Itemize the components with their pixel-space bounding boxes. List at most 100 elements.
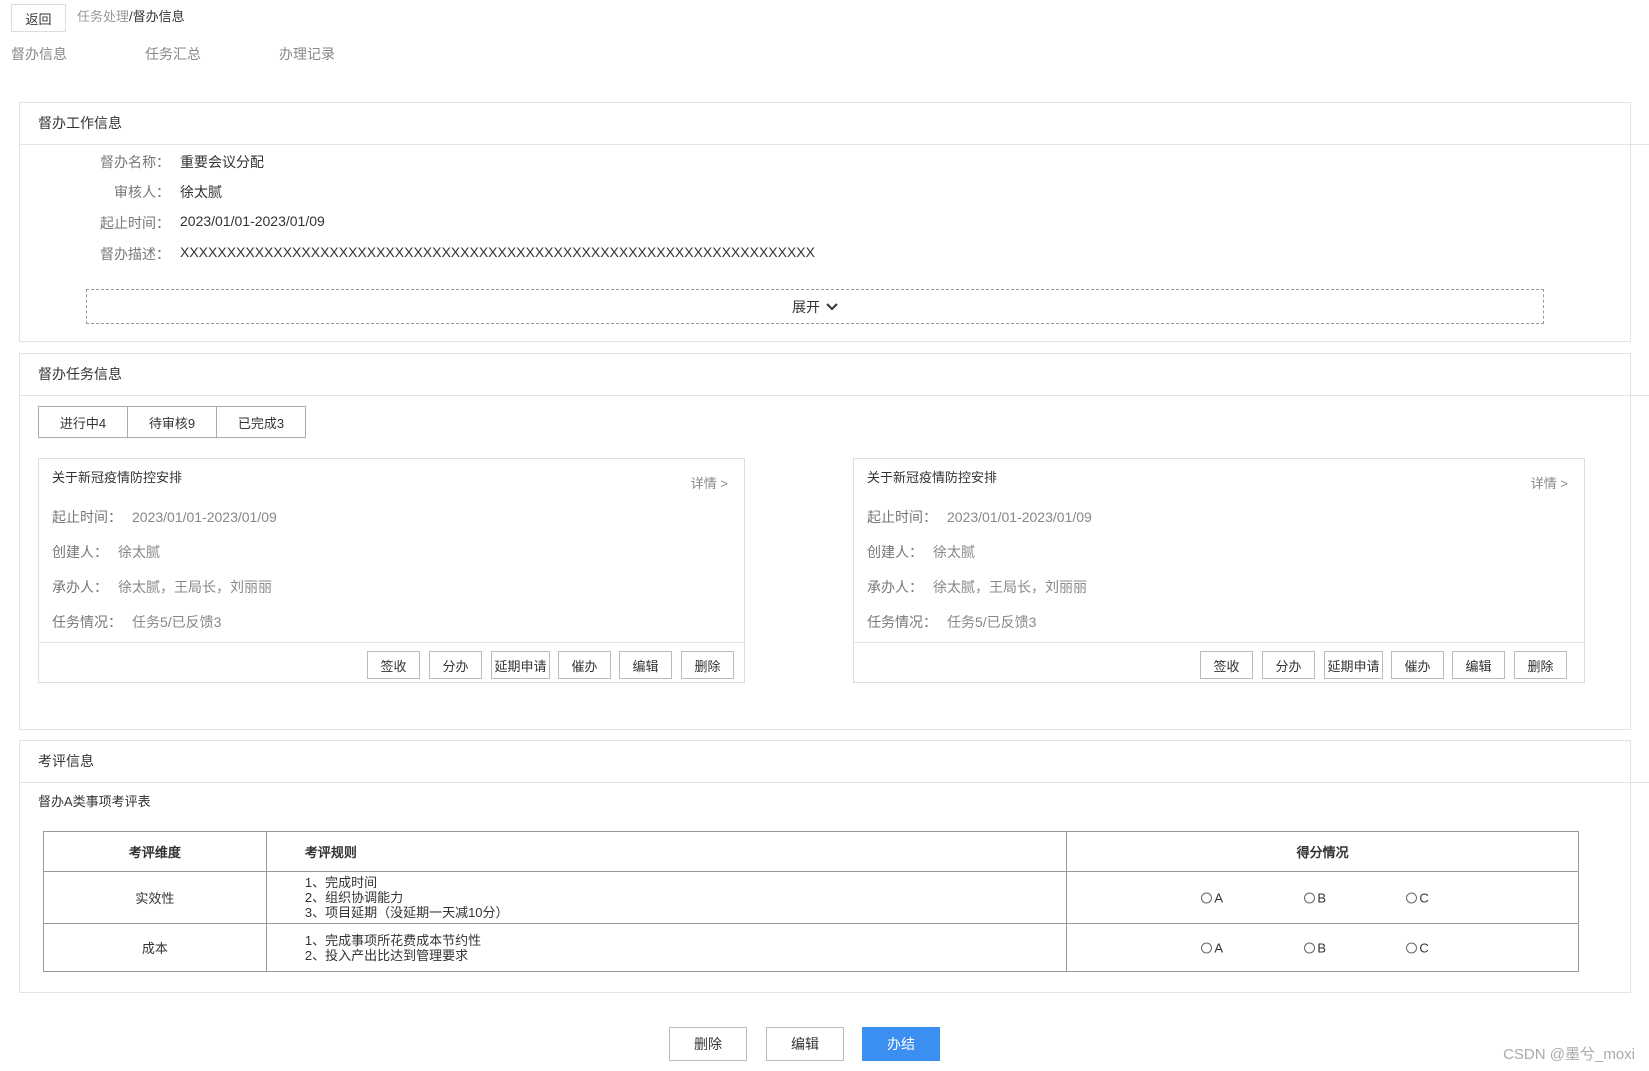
info-row-description: 督办描述： XXXXXXXXXXXXXXXXXXXXXXXXXXXXXXXXXX… [20, 244, 815, 264]
detail-link[interactable]: 详情 > [691, 473, 728, 492]
option-label: C [1419, 940, 1429, 955]
breadcrumb-parent-link[interactable]: 任务处理 [77, 9, 129, 24]
card-row-label: 任务情况： [867, 614, 937, 630]
card-row-status: 任务情况： 任务5/已反馈3 [867, 612, 1036, 632]
option-label: A [1214, 940, 1223, 955]
rule-line: 1、完成事项所花费成本节约性 [304, 932, 482, 948]
option-label: A [1214, 890, 1223, 905]
expand-label: 展开 [792, 298, 820, 315]
score-cell: A B C [1066, 923, 1579, 972]
score-option-b[interactable]: B [1304, 940, 1326, 955]
score-cell: A B C [1066, 871, 1579, 924]
status-tabs: 进行中4 待审核9 已完成3 [38, 406, 306, 438]
header-rules: 考评规则 [265, 831, 1068, 872]
radio-icon[interactable] [1406, 892, 1418, 903]
sign-button[interactable]: 签收 [1200, 651, 1253, 679]
rule-line: 2、投入产出比达到管理要求 [304, 947, 469, 963]
card-row-value: 2023/01/01-2023/01/09 [947, 509, 1092, 525]
tab-task-summary[interactable]: 任务汇总 [145, 44, 201, 64]
task-card-title: 关于新冠疫情防控安排 [52, 470, 183, 485]
sign-button[interactable]: 签收 [367, 651, 420, 679]
score-option-c[interactable]: C [1406, 890, 1429, 905]
score-option-a[interactable]: A [1201, 890, 1223, 905]
radio-icon[interactable] [1201, 892, 1213, 903]
score-option-b[interactable]: B [1304, 890, 1326, 905]
option-label: B [1317, 890, 1326, 905]
edit-button[interactable]: 编辑 [766, 1027, 844, 1061]
rule-line: 2、组织协调能力 [304, 890, 404, 905]
tab-handling-records[interactable]: 办理记录 [279, 44, 335, 64]
card-row-value: 任务5/已反馈3 [132, 614, 222, 630]
card-row-handlers: 承办人： 徐太腻，王局长，刘丽丽 [867, 577, 1087, 597]
task-card: 关于新冠疫情防控安排 详情 > 起止时间： 2023/01/01-2023/01/… [853, 458, 1585, 683]
table-row: 成本 1、完成事项所花费成本节约性 2、投入产出比达到管理要求 A B C [43, 923, 1579, 972]
score-option-a[interactable]: A [1201, 940, 1223, 955]
extension-request-button[interactable]: 延期申请 [1324, 651, 1383, 679]
urge-button[interactable]: 催办 [1391, 651, 1444, 679]
evaluation-table: 考评维度 考评规则 得分情况 实效性 1、完成时间 2、组织协调能力 3、项目延… [43, 831, 1579, 972]
task-card: 关于新冠疫情防控安排 详情 > 起止时间： 2023/01/01-2023/01/… [38, 458, 745, 683]
card-row-value: 徐太腻，王局长，刘丽丽 [118, 579, 272, 595]
table-title: 督办A类事项考评表 [38, 794, 151, 809]
edit-button[interactable]: 编辑 [619, 651, 672, 679]
dimension-cell: 实效性 [43, 871, 267, 924]
table-header-row: 考评维度 考评规则 得分情况 [43, 831, 1579, 872]
breadcrumb: 任务处理/督办信息 [77, 6, 185, 25]
urge-button[interactable]: 催办 [558, 651, 611, 679]
delete-button[interactable]: 删除 [1514, 651, 1567, 679]
info-value: XXXXXXXXXXXXXXXXXXXXXXXXXXXXXXXXXXXXXXXX… [180, 244, 815, 260]
delete-button[interactable]: 删除 [669, 1027, 747, 1061]
header-dimension: 考评维度 [43, 831, 267, 872]
card-actions: 签收 分办 延期申请 催办 编辑 删除 [854, 642, 1584, 683]
info-row-name: 督办名称： 重要会议分配 [20, 152, 264, 172]
header-score: 得分情况 [1066, 831, 1579, 872]
card-row-value: 徐太腻 [933, 544, 975, 560]
work-info-section: 督办工作信息 督办名称： 重要会议分配 审核人： 徐太腻 起止时间： 2023/… [19, 102, 1649, 342]
card-row-creator: 创建人： 徐太腻 [52, 542, 160, 562]
assign-button[interactable]: 分办 [429, 651, 482, 679]
card-row-period: 起止时间： 2023/01/01-2023/01/09 [867, 507, 1092, 527]
card-row-value: 徐太腻，王局长，刘丽丽 [933, 579, 1087, 595]
card-row-value: 2023/01/01-2023/01/09 [132, 509, 277, 525]
info-label: 督办描述： [100, 246, 170, 262]
evaluation-section: 考评信息 督办A类事项考评表 考评维度 考评规则 得分情况 实效性 1、完成时间… [19, 740, 1649, 993]
card-row-handlers: 承办人： 徐太腻，王局长，刘丽丽 [52, 577, 272, 597]
watermark: CSDN @墨兮_moxi [1503, 1046, 1635, 1063]
card-row-value: 徐太腻 [118, 544, 160, 560]
task-info-section: 督办任务信息 进行中4 待审核9 已完成3 关于新冠疫情防控安排 详情 > 起止… [19, 353, 1649, 730]
tab-completed[interactable]: 已完成3 [216, 406, 306, 438]
delete-button[interactable]: 删除 [681, 651, 734, 679]
top-tabs: 督办信息 任务汇总 办理记录 [11, 44, 413, 64]
info-label: 起止时间： [100, 215, 170, 231]
tab-pending-review[interactable]: 待审核9 [127, 406, 217, 438]
tab-in-progress[interactable]: 进行中4 [38, 406, 128, 438]
card-row-period: 起止时间： 2023/01/01-2023/01/09 [52, 507, 277, 527]
card-actions: 签收 分办 延期申请 催办 编辑 删除 [39, 642, 744, 683]
score-option-c[interactable]: C [1406, 940, 1429, 955]
option-label: B [1317, 940, 1326, 955]
assign-button[interactable]: 分办 [1262, 651, 1315, 679]
edit-button[interactable]: 编辑 [1452, 651, 1505, 679]
rule-line: 3、项目延期（没延期一天减10分） [304, 905, 509, 920]
rules-cell: 1、完成时间 2、组织协调能力 3、项目延期（没延期一天减10分） [265, 871, 1068, 924]
info-value: 2023/01/01-2023/01/09 [180, 213, 325, 229]
back-button[interactable]: 返回 [11, 4, 66, 32]
option-label: C [1419, 890, 1429, 905]
detail-link[interactable]: 详情 > [1531, 473, 1568, 492]
card-row-creator: 创建人： 徐太腻 [867, 542, 975, 562]
info-label: 督办名称： [100, 154, 170, 170]
extension-request-button[interactable]: 延期申请 [491, 651, 550, 679]
task-card-title: 关于新冠疫情防控安排 [867, 470, 998, 485]
rules-cell: 1、完成事项所花费成本节约性 2、投入产出比达到管理要求 [265, 923, 1068, 972]
radio-icon[interactable] [1304, 892, 1316, 903]
section-title: 督办任务信息 [20, 354, 1649, 396]
radio-icon[interactable] [1201, 942, 1213, 953]
radio-icon[interactable] [1304, 942, 1316, 953]
table-row: 实效性 1、完成时间 2、组织协调能力 3、项目延期（没延期一天减10分） A … [43, 871, 1579, 924]
card-row-value: 任务5/已反馈3 [947, 614, 1037, 630]
radio-icon[interactable] [1406, 942, 1418, 953]
chevron-down-icon [826, 302, 838, 310]
finish-button[interactable]: 办结 [862, 1027, 940, 1061]
tab-supervision-info[interactable]: 督办信息 [11, 44, 67, 64]
expand-button[interactable]: 展开 [86, 289, 1544, 324]
